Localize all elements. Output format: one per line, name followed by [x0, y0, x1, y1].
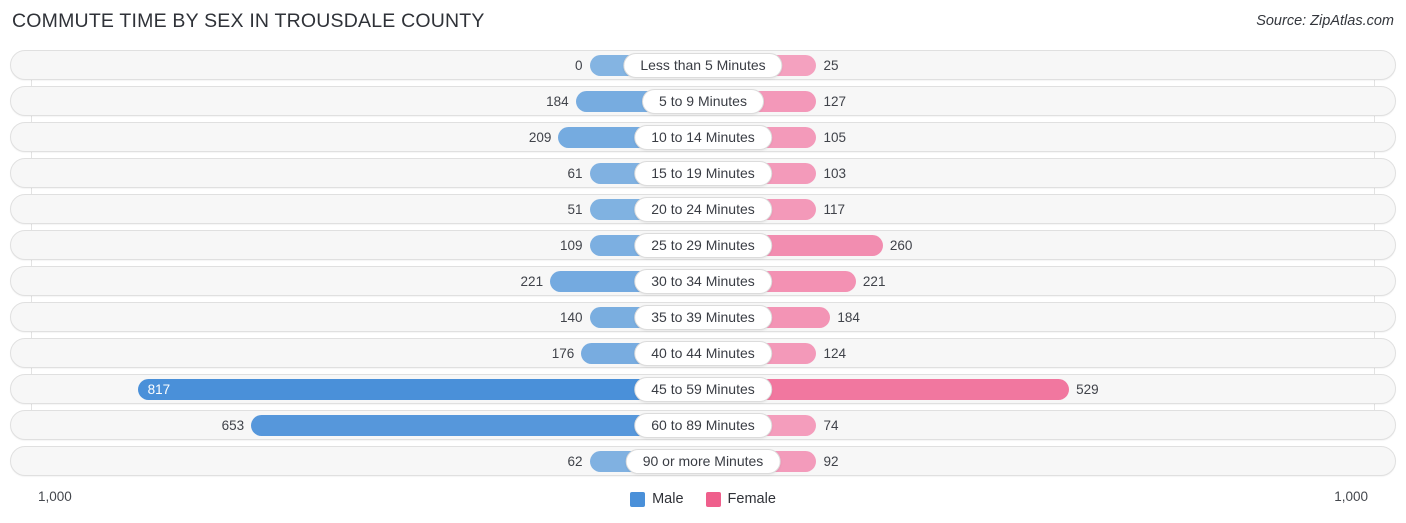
- male-value-label: 51: [567, 202, 583, 217]
- chart-footer: 1,000 1,000 Male Female: [0, 487, 1406, 517]
- source-attribution: Source: ZipAtlas.com: [1256, 13, 1394, 29]
- female-value-label: 529: [1076, 382, 1099, 397]
- chart-plot-area: 0 25 Less than 5 Minutes 184 127 5 to 9 Minut…: [0, 50, 1406, 485]
- male-value-label: 109: [559, 238, 583, 253]
- table-row[interactable]: 109 260 25 to 29 Minutes: [10, 230, 1396, 260]
- male-value-label: 0: [575, 58, 583, 73]
- male-value-label: 184: [546, 94, 569, 109]
- legend-label-female: Female: [727, 491, 776, 507]
- row-inner: 61 103 15 to 19 Minutes: [11, 159, 1395, 187]
- category-label[interactable]: 5 to 9 Minutes: [642, 89, 764, 114]
- category-label[interactable]: 25 to 29 Minutes: [634, 233, 772, 258]
- table-row[interactable]: 51 117 20 to 24 Minutes: [10, 194, 1396, 224]
- female-value-label: 117: [823, 202, 846, 217]
- female-value-label: 103: [823, 166, 847, 181]
- row-inner: 0 25 Less than 5 Minutes: [11, 51, 1395, 79]
- table-row[interactable]: 140 184 35 to 39 Minutes: [10, 302, 1396, 332]
- legend-item-female[interactable]: Female: [705, 491, 776, 507]
- male-value-label: 653: [221, 418, 245, 433]
- category-label[interactable]: 90 or more Minutes: [625, 449, 781, 474]
- category-label[interactable]: 35 to 39 Minutes: [634, 305, 772, 330]
- female-value-label: 124: [823, 346, 847, 361]
- male-value-label: 221: [520, 274, 544, 289]
- table-row[interactable]: 209 105 10 to 14 Minutes: [10, 122, 1396, 152]
- table-row[interactable]: 61 103 15 to 19 Minutes: [10, 158, 1396, 188]
- female-value-label: 127: [823, 94, 847, 109]
- female-value-label: 74: [823, 418, 839, 433]
- row-inner: 109 260 25 to 29 Minutes: [11, 231, 1395, 259]
- table-row[interactable]: 221 221 30 to 34 Minutes: [10, 266, 1396, 296]
- table-row[interactable]: 817 529 45 to 59 Minutes: [10, 374, 1396, 404]
- category-label[interactable]: 10 to 14 Minutes: [634, 125, 772, 150]
- table-row[interactable]: 176 124 40 to 44 Minutes: [10, 338, 1396, 368]
- legend-label-male: Male: [652, 491, 684, 507]
- female-value-label: 105: [823, 130, 847, 145]
- chart-header: COMMUTE TIME BY SEX IN TROUSDALE COUNTY …: [0, 0, 1406, 44]
- row-inner: 653 74 60 to 89 Minutes: [11, 411, 1395, 439]
- category-label[interactable]: 15 to 19 Minutes: [634, 161, 772, 186]
- legend-swatch-female-icon: [705, 491, 721, 507]
- category-label[interactable]: 60 to 89 Minutes: [634, 413, 772, 438]
- table-row[interactable]: 62 92 90 or more Minutes: [10, 446, 1396, 476]
- male-value-label: 176: [551, 346, 575, 361]
- legend-swatch-male-icon: [630, 491, 646, 507]
- row-inner: 51 117 20 to 24 Minutes: [11, 195, 1395, 223]
- female-value-label: 221: [862, 274, 886, 289]
- male-bar[interactable]: [137, 379, 703, 400]
- legend-item-male[interactable]: Male: [630, 491, 684, 507]
- row-inner: 817 529 45 to 59 Minutes: [11, 375, 1395, 403]
- female-value-label: 260: [889, 238, 913, 253]
- female-value-label: 25: [823, 58, 839, 73]
- male-value-label: 817: [147, 382, 171, 397]
- row-inner: 62 92 90 or more Minutes: [11, 447, 1395, 475]
- page-title: COMMUTE TIME BY SEX IN TROUSDALE COUNTY: [12, 10, 485, 32]
- category-label[interactable]: 30 to 34 Minutes: [634, 269, 772, 294]
- male-value-label: 140: [559, 310, 583, 325]
- bar-rows: 0 25 Less than 5 Minutes 184 127 5 to 9 Minut…: [10, 50, 1396, 482]
- female-value-label: 92: [823, 454, 839, 469]
- category-label[interactable]: 40 to 44 Minutes: [634, 341, 772, 366]
- male-value-label: 62: [567, 454, 583, 469]
- row-inner: 221 221 30 to 34 Minutes: [11, 267, 1395, 295]
- table-row[interactable]: 653 74 60 to 89 Minutes: [10, 410, 1396, 440]
- female-value-label: 184: [837, 310, 860, 325]
- chart-legend: Male Female: [0, 487, 1406, 511]
- row-inner: 184 127 5 to 9 Minutes: [11, 87, 1395, 115]
- category-label[interactable]: 20 to 24 Minutes: [634, 197, 772, 222]
- table-row[interactable]: 184 127 5 to 9 Minutes: [10, 86, 1396, 116]
- male-value-label: 209: [528, 130, 552, 145]
- row-inner: 176 124 40 to 44 Minutes: [11, 339, 1395, 367]
- category-label[interactable]: Less than 5 Minutes: [623, 53, 783, 78]
- table-row[interactable]: 0 25 Less than 5 Minutes: [10, 50, 1396, 80]
- chart-page: COMMUTE TIME BY SEX IN TROUSDALE COUNTY …: [0, 0, 1406, 523]
- category-label[interactable]: 45 to 59 Minutes: [634, 377, 772, 402]
- male-value-label: 61: [567, 166, 583, 181]
- row-inner: 140 184 35 to 39 Minutes: [11, 303, 1395, 331]
- row-inner: 209 105 10 to 14 Minutes: [11, 123, 1395, 151]
